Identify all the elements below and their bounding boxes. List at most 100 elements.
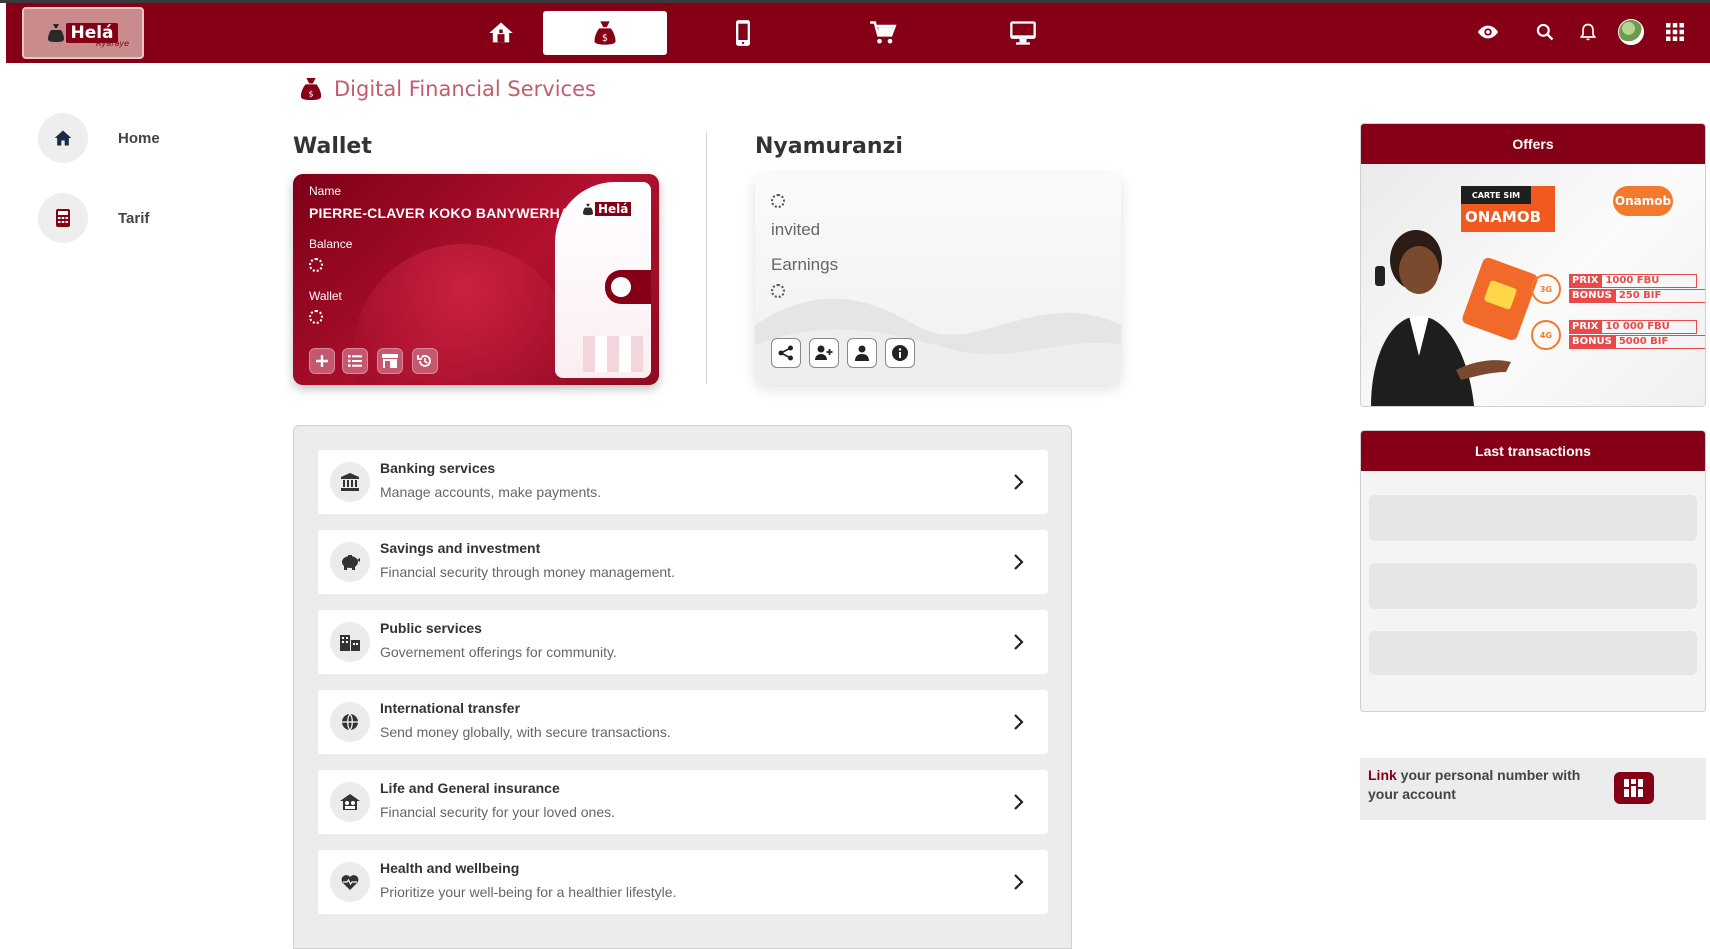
service-health[interactable]: Health and wellbeing Prioritize your wel… — [318, 850, 1048, 914]
wallet-add-button[interactable] — [309, 348, 335, 374]
eye-icon — [1477, 25, 1499, 39]
search-button[interactable] — [1530, 17, 1560, 47]
service-public[interactable]: Public services Governement offerings fo… — [318, 610, 1048, 674]
sidebar-item-label: Tarif — [118, 209, 150, 227]
offers-heading: Offers — [1361, 124, 1705, 164]
globe-icon — [342, 713, 358, 731]
service-savings[interactable]: Savings and investment Financial securit… — [318, 530, 1048, 594]
sim-icon — [1614, 772, 1654, 804]
link-rest: your personal number with your account — [1368, 767, 1581, 802]
notifications-button[interactable] — [1573, 17, 1603, 47]
service-description: Financial security for your loved ones. — [380, 804, 615, 820]
sidebar-item-home[interactable]: Home — [38, 113, 160, 163]
service-title: Banking services — [380, 460, 496, 476]
transactions-panel: Last transactions — [1360, 430, 1706, 712]
sidebar-item-tarif[interactable]: Tarif — [38, 193, 149, 243]
service-title: Health and wellbeing — [380, 860, 520, 876]
home-icon — [489, 22, 513, 43]
svg-text:$: $ — [308, 88, 313, 98]
bonus-value: 5000 BIF — [1614, 335, 1705, 349]
nav-mobile[interactable] — [681, 11, 805, 55]
svg-text:$: $ — [602, 33, 608, 44]
user-icon — [855, 345, 869, 361]
prix-label: PRIX — [1569, 274, 1602, 288]
referral-user-button[interactable] — [847, 338, 877, 368]
network-3g-icon: 3G — [1531, 274, 1561, 304]
sim-card-badge: CARTE SIM ONAMOB — [1461, 186, 1555, 232]
service-international[interactable]: International transfer Send money global… — [318, 690, 1048, 754]
service-icon-circle — [330, 782, 370, 822]
transaction-skeleton — [1369, 495, 1697, 541]
apps-menu-button[interactable] — [1660, 17, 1690, 47]
network-4g-icon: 4G — [1531, 320, 1561, 350]
add-icon — [316, 355, 328, 367]
insurance-icon — [340, 794, 360, 810]
service-icon-circle — [330, 622, 370, 662]
section-divider — [706, 131, 707, 384]
services-panel: Banking services Manage accounts, make p… — [293, 425, 1072, 949]
offer-row-prix-1: PRIX 1000 FBU — [1569, 274, 1698, 288]
transaction-skeleton — [1369, 563, 1697, 609]
hela-logo[interactable]: Helá Ryaraye — [22, 7, 144, 59]
nav-desktop[interactable] — [961, 11, 1085, 55]
bell-icon — [1579, 23, 1597, 41]
transactions-list — [1361, 471, 1705, 711]
referral-share-button[interactable] — [771, 338, 801, 368]
wallet-balance-label: Balance — [309, 237, 353, 251]
nav-shop[interactable] — [821, 11, 945, 55]
service-title: Savings and investment — [380, 540, 541, 556]
buildings-icon — [340, 635, 360, 651]
wallet-clasp — [605, 270, 651, 304]
service-insurance[interactable]: Life and General insurance Financial sec… — [318, 770, 1048, 834]
prix-value: 10 000 FBU — [1601, 320, 1698, 334]
referral-add-user-button[interactable] — [809, 338, 839, 368]
referral-card-wave — [755, 298, 1121, 385]
page-title: $ Digital Financial Services — [300, 76, 596, 102]
prix-label: PRIX — [1569, 320, 1602, 334]
heart-pulse-icon — [341, 875, 359, 890]
visibility-toggle[interactable] — [1473, 17, 1503, 47]
link-number-card[interactable]: Link your personal number with your acco… — [1360, 758, 1706, 820]
link-number-text: Link your personal number with your acco… — [1368, 766, 1598, 804]
service-icon-circle — [330, 542, 370, 582]
wallet-list-button[interactable] — [342, 348, 368, 374]
link-highlight: Link — [1368, 767, 1397, 783]
share-icon — [778, 345, 793, 361]
offer-banner[interactable]: CARTE SIM ONAMOB Onamob 3G PRIX 1000 FBU… — [1361, 164, 1705, 406]
store-icon — [382, 354, 398, 368]
history-icon — [417, 355, 431, 367]
sidebar-home-circle — [38, 113, 88, 163]
wallet-card: Helá Name PIERRE-CLAVER KOKO BANYWERHA B… — [293, 174, 659, 385]
wallet-store-button[interactable] — [377, 348, 403, 374]
wallet-card-pattern — [583, 336, 643, 372]
prix-value: 1000 FBU — [1601, 274, 1698, 288]
avatar — [1618, 19, 1644, 45]
offers-panel: Offers CARTE SIM ONAMOB Onamob 3G PRIX 1… — [1360, 123, 1706, 407]
logo-subtext: Ryaraye — [96, 39, 130, 48]
wallet-history-button[interactable] — [412, 348, 438, 374]
bonus-value: 250 BIF — [1614, 289, 1705, 303]
money-bag-icon — [583, 203, 593, 215]
apps-grid-icon — [1666, 23, 1684, 41]
nav-financial-services[interactable]: $ — [543, 11, 667, 55]
service-description: Send money globally, with secure transac… — [380, 724, 671, 740]
transactions-heading: Last transactions — [1361, 431, 1705, 471]
top-navbar: Helá Ryaraye $ — [6, 3, 1710, 63]
user-avatar-button[interactable] — [1616, 17, 1646, 47]
sim-badge-main: ONAMOB — [1465, 208, 1542, 226]
money-bag-icon: $ — [594, 21, 616, 45]
service-banking[interactable]: Banking services Manage accounts, make p… — [318, 450, 1048, 514]
info-icon — [892, 345, 908, 361]
page-title-text: Digital Financial Services — [334, 77, 596, 101]
offer-row-bonus-2: BONUS 5000 BIF — [1569, 335, 1705, 349]
balance-loading-spinner — [309, 258, 323, 272]
service-title: Life and General insurance — [380, 780, 560, 796]
chevron-right-icon — [1014, 714, 1024, 730]
referral-heading: Nyamuranzi — [755, 134, 903, 159]
referral-info-button[interactable] — [885, 338, 915, 368]
service-icon-circle — [330, 702, 370, 742]
onamob-logo: Onamob — [1613, 186, 1673, 216]
offer-row-prix-2: PRIX 10 000 FBU — [1569, 320, 1698, 334]
money-bag-icon — [48, 24, 65, 42]
money-bag-icon: $ — [300, 78, 322, 100]
